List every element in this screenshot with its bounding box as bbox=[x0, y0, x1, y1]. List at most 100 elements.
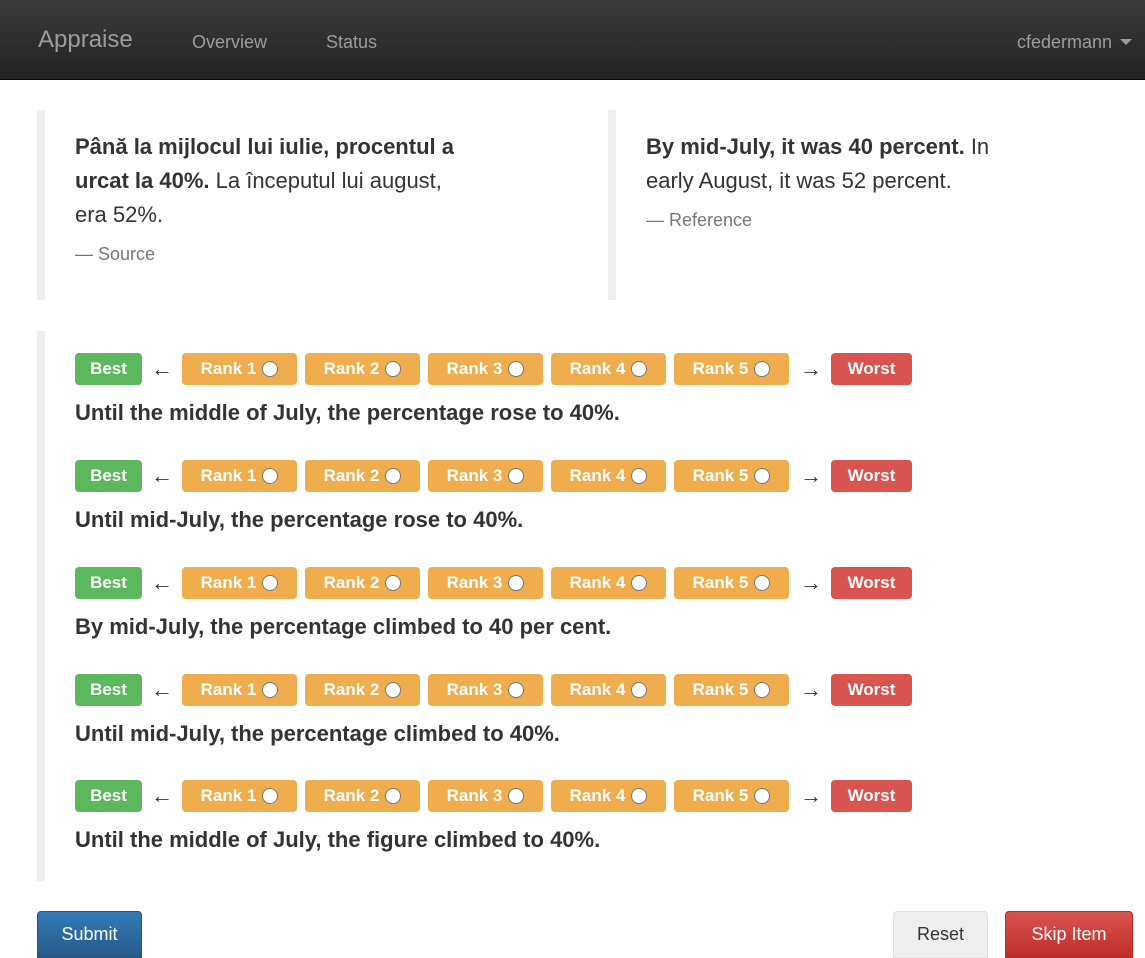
right-arrow-icon: → bbox=[800, 783, 822, 808]
radio-icon[interactable] bbox=[262, 682, 279, 698]
translation-text: Until mid-July, the percentage climbed t… bbox=[75, 721, 560, 746]
rank-label: Rank 5 bbox=[692, 359, 749, 378]
rank-1-option[interactable]: Rank 1 bbox=[182, 353, 297, 385]
rank-label: Rank 3 bbox=[446, 573, 503, 592]
radio-icon[interactable] bbox=[631, 682, 648, 698]
rank-1-option[interactable]: Rank 1 bbox=[182, 460, 297, 492]
left-arrow-icon: ← bbox=[151, 356, 173, 381]
radio-icon[interactable] bbox=[385, 788, 402, 804]
rank-5-option[interactable]: Rank 5 bbox=[674, 674, 789, 706]
radio-icon[interactable] bbox=[385, 361, 402, 377]
radio-icon[interactable] bbox=[508, 361, 525, 377]
translation-item-5: Best ← Rank 1 Rank 2 Rank 3 Rank 4 Rank … bbox=[75, 780, 912, 854]
radio-icon[interactable] bbox=[385, 468, 402, 484]
radio-icon[interactable] bbox=[262, 575, 279, 591]
rank-2-option[interactable]: Rank 2 bbox=[305, 460, 420, 492]
best-label: Best bbox=[75, 780, 142, 812]
reference-text: By mid-July, it was 40 percent. In early… bbox=[646, 110, 1026, 198]
rank-4-option[interactable]: Rank 4 bbox=[551, 780, 666, 812]
rank-2-option[interactable]: Rank 2 bbox=[305, 674, 420, 706]
rank-label: Rank 1 bbox=[200, 466, 257, 485]
rank-2-option[interactable]: Rank 2 bbox=[305, 567, 420, 599]
rank-4-option[interactable]: Rank 4 bbox=[551, 567, 666, 599]
rank-3-option[interactable]: Rank 3 bbox=[428, 780, 543, 812]
radio-icon[interactable] bbox=[262, 468, 279, 484]
nav-status[interactable]: Status bbox=[326, 31, 377, 53]
reference-cite: — Reference bbox=[646, 210, 753, 230]
radio-icon[interactable] bbox=[508, 682, 525, 698]
right-arrow-icon: → bbox=[800, 356, 822, 381]
rank-5-option[interactable]: Rank 5 bbox=[674, 353, 789, 385]
rank-label: Rank 4 bbox=[569, 786, 626, 805]
rank-3-option[interactable]: Rank 3 bbox=[428, 460, 543, 492]
user-name: cfedermann bbox=[1016, 32, 1112, 52]
rank-label: Rank 1 bbox=[200, 359, 257, 378]
rank-label: Rank 5 bbox=[692, 573, 749, 592]
rank-1-option[interactable]: Rank 1 bbox=[182, 780, 297, 812]
rank-label: Rank 3 bbox=[446, 466, 503, 485]
radio-icon[interactable] bbox=[508, 788, 525, 804]
user-menu[interactable]: cfedermann bbox=[1017, 31, 1132, 53]
skip-item-button[interactable]: Skip Item bbox=[1005, 911, 1133, 958]
rank-2-option[interactable]: Rank 2 bbox=[305, 780, 420, 812]
radio-icon[interactable] bbox=[631, 361, 648, 377]
left-arrow-icon: ← bbox=[151, 463, 173, 488]
reference-bold-text: By mid-July, it was 40 percent. bbox=[646, 134, 965, 159]
source-cite: — Source bbox=[75, 244, 156, 264]
rank-row: Best ← Rank 1 Rank 2 Rank 3 Rank 4 Rank … bbox=[75, 674, 912, 706]
radio-icon[interactable] bbox=[754, 788, 771, 804]
rank-5-option[interactable]: Rank 5 bbox=[674, 567, 789, 599]
rank-4-option[interactable]: Rank 4 bbox=[551, 460, 666, 492]
radio-icon[interactable] bbox=[631, 788, 648, 804]
worst-label: Worst bbox=[831, 460, 912, 492]
left-arrow-icon: ← bbox=[151, 783, 173, 808]
radio-icon[interactable] bbox=[385, 682, 402, 698]
radio-icon[interactable] bbox=[754, 682, 771, 698]
right-arrow-icon: → bbox=[800, 570, 822, 595]
radio-icon[interactable] bbox=[385, 575, 402, 591]
radio-icon[interactable] bbox=[262, 788, 279, 804]
rank-label: Rank 2 bbox=[323, 359, 380, 378]
rank-label: Rank 4 bbox=[569, 680, 626, 699]
rank-label: Rank 2 bbox=[323, 573, 380, 592]
translation-item-2: Best ← Rank 1 Rank 2 Rank 3 Rank 4 Rank … bbox=[75, 460, 912, 534]
radio-icon[interactable] bbox=[508, 575, 525, 591]
rank-3-option[interactable]: Rank 3 bbox=[428, 353, 543, 385]
rank-row: Best ← Rank 1 Rank 2 Rank 3 Rank 4 Rank … bbox=[75, 353, 912, 385]
brand-link[interactable]: Appraise bbox=[38, 26, 133, 54]
rank-label: Rank 5 bbox=[692, 680, 749, 699]
rank-3-option[interactable]: Rank 3 bbox=[428, 567, 543, 599]
rank-label: Rank 4 bbox=[569, 466, 626, 485]
rank-label: Rank 1 bbox=[200, 573, 257, 592]
rank-label: Rank 4 bbox=[569, 573, 626, 592]
nav-overview[interactable]: Overview bbox=[192, 31, 267, 53]
rank-label: Rank 5 bbox=[692, 786, 749, 805]
translation-item-1: Best ← Rank 1 Rank 2 Rank 3 Rank 4 Rank … bbox=[75, 353, 912, 427]
translation-item-4: Best ← Rank 1 Rank 2 Rank 3 Rank 4 Rank … bbox=[75, 674, 912, 748]
radio-icon[interactable] bbox=[508, 468, 525, 484]
radio-icon[interactable] bbox=[754, 468, 771, 484]
source-quote: Până la mijlocul lui iulie, procentul a … bbox=[37, 110, 577, 300]
radio-icon[interactable] bbox=[754, 361, 771, 377]
radio-icon[interactable] bbox=[631, 575, 648, 591]
ranking-panel: Best ← Rank 1 Rank 2 Rank 3 Rank 4 Rank … bbox=[37, 331, 1127, 881]
reset-button[interactable]: Reset bbox=[893, 911, 988, 958]
translation-text: Until the middle of July, the figure cli… bbox=[75, 827, 601, 852]
radio-icon[interactable] bbox=[631, 468, 648, 484]
rank-3-option[interactable]: Rank 3 bbox=[428, 674, 543, 706]
rank-1-option[interactable]: Rank 1 bbox=[182, 674, 297, 706]
rank-2-option[interactable]: Rank 2 bbox=[305, 353, 420, 385]
rank-5-option[interactable]: Rank 5 bbox=[674, 460, 789, 492]
rank-1-option[interactable]: Rank 1 bbox=[182, 567, 297, 599]
rank-label: Rank 2 bbox=[323, 466, 380, 485]
submit-button[interactable]: Submit bbox=[37, 911, 142, 958]
rank-4-option[interactable]: Rank 4 bbox=[551, 353, 666, 385]
best-label: Best bbox=[75, 567, 142, 599]
rank-label: Rank 3 bbox=[446, 359, 503, 378]
radio-icon[interactable] bbox=[262, 361, 279, 377]
rank-4-option[interactable]: Rank 4 bbox=[551, 674, 666, 706]
radio-icon[interactable] bbox=[754, 575, 771, 591]
best-label: Best bbox=[75, 460, 142, 492]
rank-5-option[interactable]: Rank 5 bbox=[674, 780, 789, 812]
left-arrow-icon: ← bbox=[151, 677, 173, 702]
